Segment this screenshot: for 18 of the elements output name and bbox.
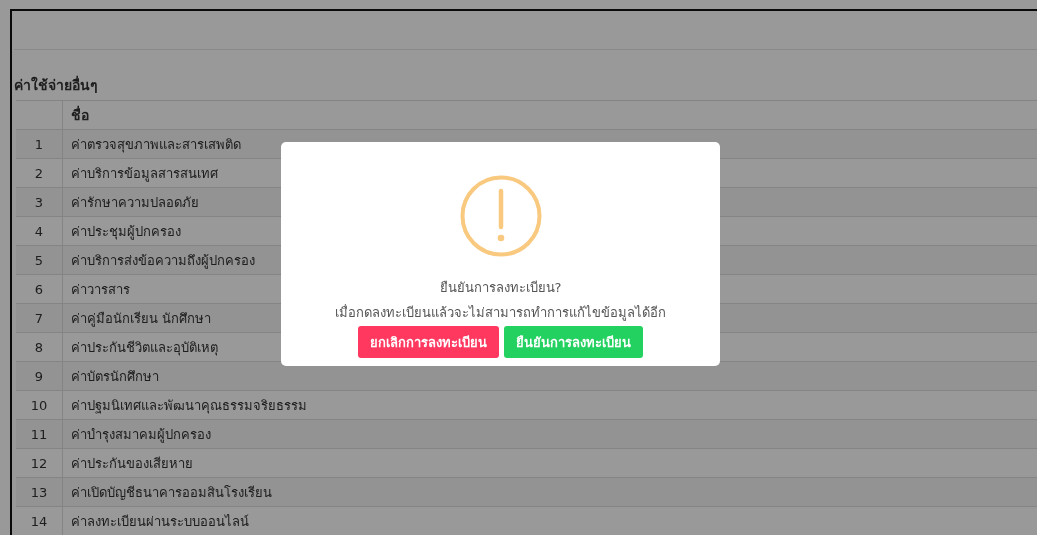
row-number: 1 bbox=[16, 129, 63, 159]
section-heading: ค่าใช้จ่ายอื่นๆ bbox=[13, 74, 99, 95]
row-number: 5 bbox=[16, 245, 63, 275]
table-cell: ค่าบัตรนักศึกษา bbox=[62, 361, 1037, 391]
row-number: 11 bbox=[16, 419, 63, 449]
cancel-button[interactable]: ยกเลิกการลงทะเบียน bbox=[358, 326, 499, 358]
row-number: 13 bbox=[16, 477, 63, 507]
table-cell: ค่าเปิดบัญชีธนาคารออมสินโรงเรียน bbox=[62, 477, 1037, 507]
table-cell: ค่าบำรุงสมาคมผู้ปกครอง bbox=[62, 419, 1037, 449]
row-number: 14 bbox=[16, 506, 63, 535]
row-number: 9 bbox=[16, 361, 63, 391]
confirm-button[interactable]: ยืนยันการลงทะเบียน bbox=[504, 326, 643, 358]
dialog-message: เมื่อกดลงทะเบียนแล้วจะไม่สามารถทำการแก้ไขข้อมูลได้อีก bbox=[335, 303, 666, 323]
warning-icon bbox=[459, 175, 542, 257]
row-number: 7 bbox=[16, 303, 63, 333]
table-cell: ค่าลงทะเบียนผ่านระบบออนไลน์ bbox=[62, 506, 1037, 535]
row-number: 3 bbox=[16, 187, 63, 217]
dialog-title: ยืนยันการลงทะเบียน? bbox=[439, 279, 562, 297]
